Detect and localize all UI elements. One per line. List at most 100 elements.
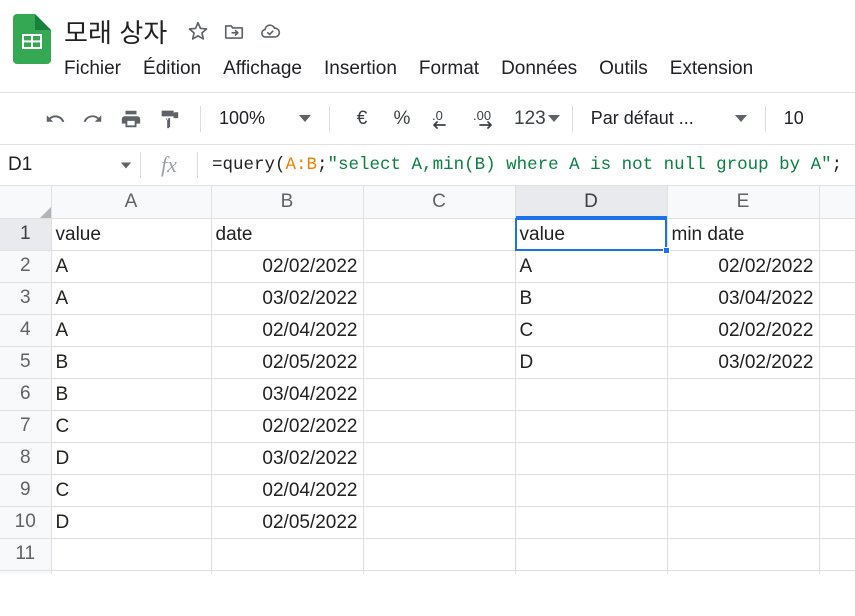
cell-B9[interactable]: 02/04/2022	[211, 474, 364, 507]
cell-E4[interactable]: 02/02/2022	[667, 314, 820, 347]
cell-F1[interactable]	[819, 218, 855, 251]
cell-B2[interactable]: 02/02/2022	[211, 250, 364, 283]
cell-D12[interactable]	[515, 570, 668, 574]
fill-handle[interactable]	[663, 247, 670, 254]
cell-C12[interactable]	[363, 570, 516, 574]
row-header-7[interactable]: 7	[0, 410, 52, 443]
redo-button[interactable]	[74, 100, 112, 138]
cell-E1[interactable]: min date	[667, 218, 820, 251]
cell-A2[interactable]: A	[51, 250, 212, 283]
cell-A4[interactable]: A	[51, 314, 212, 347]
menu-item-affichage[interactable]: Affichage	[223, 59, 302, 78]
cell-B11[interactable]	[211, 538, 364, 571]
document-title[interactable]: 모래 상자	[64, 13, 175, 50]
cell-F8[interactable]	[819, 442, 855, 475]
select-all-corner[interactable]	[0, 186, 52, 219]
paint-format-button[interactable]	[150, 100, 188, 138]
cell-E2[interactable]: 02/02/2022	[667, 250, 820, 283]
cell-F4[interactable]	[819, 314, 855, 347]
cell-B5[interactable]: 02/05/2022	[211, 346, 364, 379]
cell-B7[interactable]: 02/02/2022	[211, 410, 364, 443]
cell-D4[interactable]: C	[515, 314, 668, 347]
cell-A1[interactable]: value	[51, 218, 212, 251]
cell-E5[interactable]: 03/02/2022	[667, 346, 820, 379]
menu-item-extension[interactable]: Extension	[670, 59, 753, 78]
font-size-select[interactable]: 10	[778, 102, 855, 136]
column-header-b[interactable]: B	[211, 186, 364, 219]
cell-E11[interactable]	[667, 538, 820, 571]
cell-C8[interactable]	[363, 442, 516, 475]
cell-C7[interactable]	[363, 410, 516, 443]
cell-F12[interactable]	[819, 570, 855, 574]
cell-D1[interactable]: value	[515, 218, 668, 251]
menu-item-format[interactable]: Format	[419, 59, 479, 78]
cell-D9[interactable]	[515, 474, 668, 507]
star-icon[interactable]	[187, 20, 209, 42]
cell-B8[interactable]: 03/02/2022	[211, 442, 364, 475]
formula-input[interactable]: =query(A:B; "select A,min(B) where A is n…	[198, 145, 855, 185]
percent-format-button[interactable]: %	[382, 108, 422, 130]
cell-E6[interactable]	[667, 378, 820, 411]
cell-E7[interactable]	[667, 410, 820, 443]
cell-B10[interactable]: 02/05/2022	[211, 506, 364, 539]
cell-C1[interactable]	[363, 218, 516, 251]
row-header-6[interactable]: 6	[0, 378, 52, 411]
row-header-12[interactable]: 12	[0, 570, 52, 574]
column-header-c[interactable]: C	[363, 186, 516, 219]
cell-B4[interactable]: 02/04/2022	[211, 314, 364, 347]
cell-D8[interactable]	[515, 442, 668, 475]
decrease-decimal-button[interactable]: .0	[422, 106, 466, 132]
cell-A6[interactable]: B	[51, 378, 212, 411]
cell-B1[interactable]: date	[211, 218, 364, 251]
currency-format-button[interactable]: €	[342, 108, 382, 130]
sheets-logo-wrap[interactable]	[0, 10, 64, 64]
cell-C3[interactable]	[363, 282, 516, 315]
increase-decimal-button[interactable]: .00	[466, 106, 510, 132]
cell-B12[interactable]	[211, 570, 364, 574]
menu-item-fichier[interactable]: Fichier	[64, 59, 121, 78]
cell-B3[interactable]: 03/02/2022	[211, 282, 364, 315]
cell-F7[interactable]	[819, 410, 855, 443]
row-header-3[interactable]: 3	[0, 282, 52, 315]
print-button[interactable]	[112, 100, 150, 138]
row-header-1[interactable]: 1	[0, 218, 52, 251]
cell-D10[interactable]	[515, 506, 668, 539]
name-box[interactable]: D1	[0, 145, 140, 185]
row-header-9[interactable]: 9	[0, 474, 52, 507]
menu-item-insertion[interactable]: Insertion	[324, 59, 397, 78]
cloud-saved-icon[interactable]	[259, 20, 281, 42]
undo-button[interactable]	[36, 100, 74, 138]
cell-A7[interactable]: C	[51, 410, 212, 443]
cell-C9[interactable]	[363, 474, 516, 507]
cell-E3[interactable]: 03/04/2022	[667, 282, 820, 315]
move-to-folder-icon[interactable]	[223, 20, 245, 42]
cell-D2[interactable]: A	[515, 250, 668, 283]
cell-C2[interactable]	[363, 250, 516, 283]
cell-A12[interactable]	[51, 570, 212, 574]
cell-E9[interactable]	[667, 474, 820, 507]
column-header-d[interactable]: D	[515, 186, 668, 219]
menu-item-outils[interactable]: Outils	[599, 59, 648, 78]
row-header-10[interactable]: 10	[0, 506, 52, 539]
cell-D7[interactable]	[515, 410, 668, 443]
cell-C11[interactable]	[363, 538, 516, 571]
menu-item-donnees[interactable]: Données	[501, 59, 577, 78]
cell-A5[interactable]: B	[51, 346, 212, 379]
column-header-f[interactable]	[819, 186, 855, 219]
cell-C4[interactable]	[363, 314, 516, 347]
cell-D5[interactable]: D	[515, 346, 668, 379]
cell-A9[interactable]: C	[51, 474, 212, 507]
column-header-a[interactable]: A	[51, 186, 212, 219]
cell-A10[interactable]: D	[51, 506, 212, 539]
cell-B6[interactable]: 03/04/2022	[211, 378, 364, 411]
cell-F11[interactable]	[819, 538, 855, 571]
chevron-down-icon[interactable]	[120, 162, 132, 168]
cell-C6[interactable]	[363, 378, 516, 411]
cell-E12[interactable]	[667, 570, 820, 574]
menu-item-edition[interactable]: Édition	[143, 59, 201, 78]
row-header-2[interactable]: 2	[0, 250, 52, 283]
cell-F9[interactable]	[819, 474, 855, 507]
cell-E10[interactable]	[667, 506, 820, 539]
cell-F5[interactable]	[819, 346, 855, 379]
cell-A8[interactable]: D	[51, 442, 212, 475]
